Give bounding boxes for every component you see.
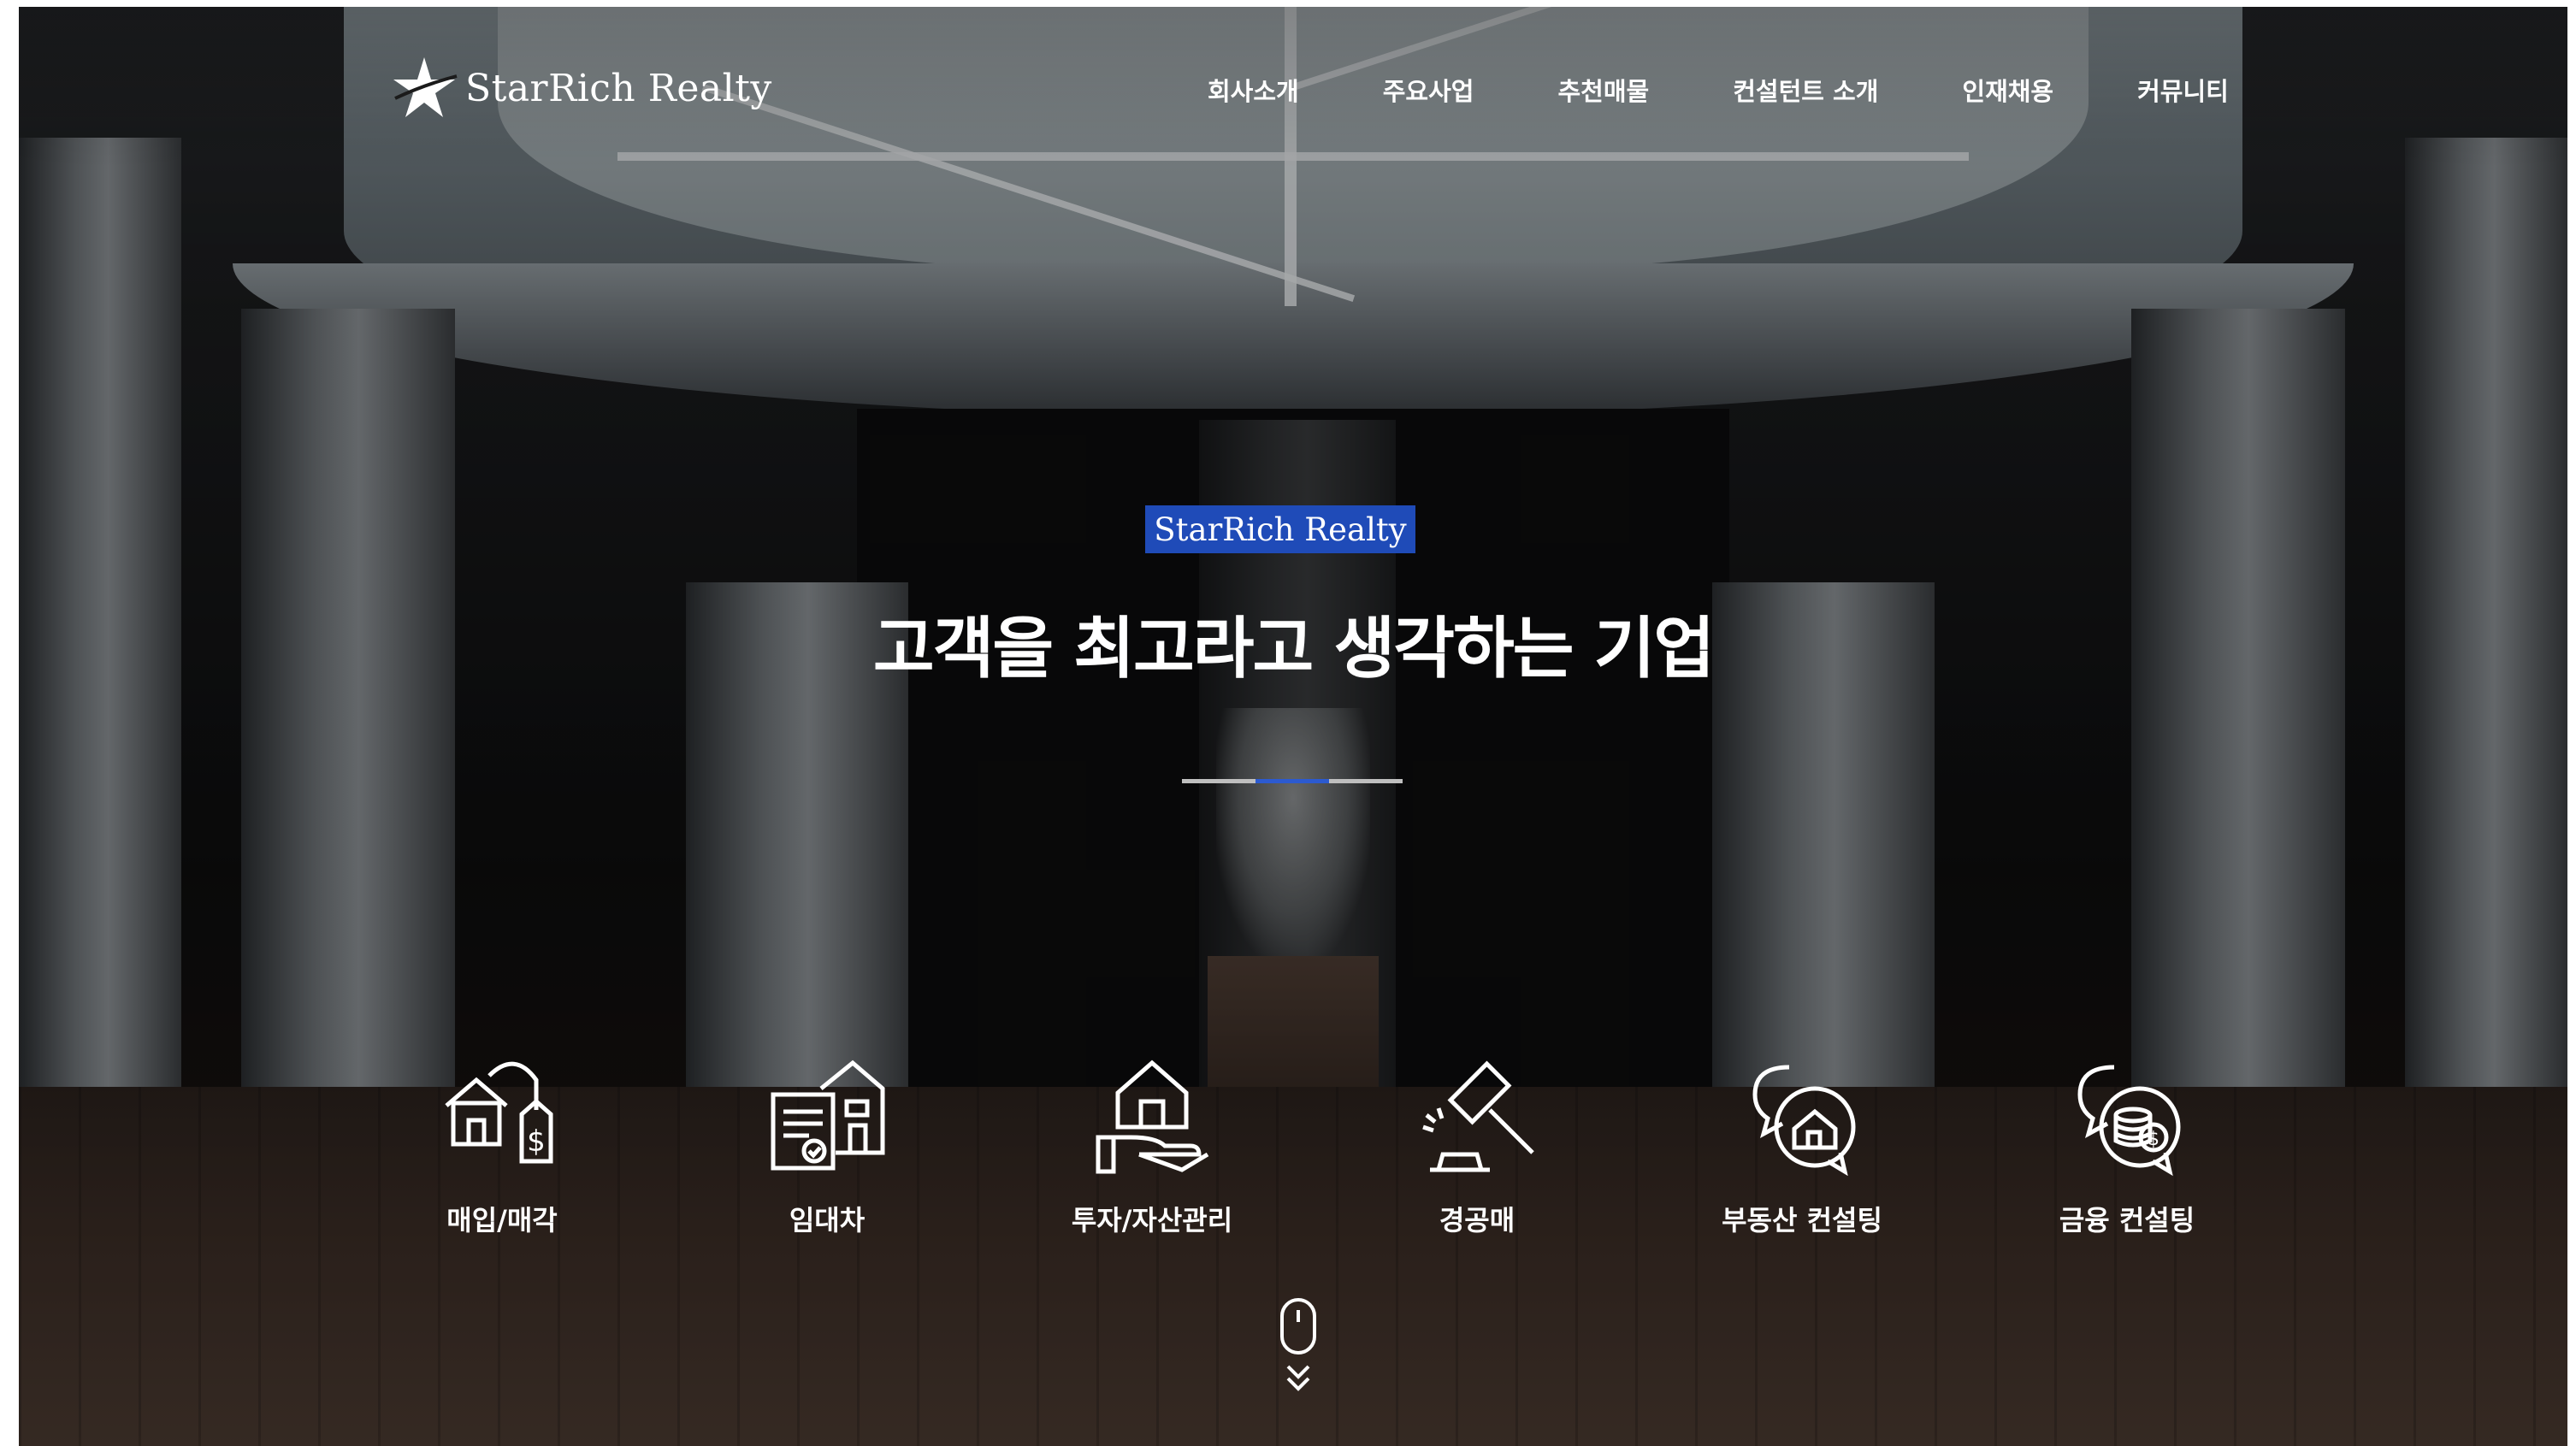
nav-item-community[interactable]: 커뮤니티	[2137, 72, 2229, 108]
slide-dot[interactable]	[1182, 779, 1256, 783]
service-item-auction[interactable]: 경공매	[1349, 1042, 1605, 1238]
house-price-tag-icon: $	[445, 1061, 553, 1164]
nav-item-company[interactable]: 회사소개	[1208, 72, 1299, 108]
service-item-lease[interactable]: 임대차	[699, 1042, 955, 1238]
scroll-down-button[interactable]	[1277, 1296, 1320, 1399]
slide-dot-active[interactable]	[1256, 779, 1329, 783]
svg-text:$: $	[2148, 1129, 2159, 1150]
auction-gavel-icon	[1422, 1060, 1534, 1172]
hero-badge: StarRich Realty	[1145, 505, 1415, 553]
service-item-buy-sell[interactable]: $ 매입/매각	[374, 1042, 630, 1238]
svg-text:$: $	[527, 1124, 546, 1159]
service-list: $ 매입/매각 임대차 투자/자산관리 경공매 부동산 컨설팅 $ 금융 컨설팅	[19, 1042, 2567, 1255]
service-label: 금융 컨설팅	[2059, 1204, 2195, 1236]
slide-indicator	[1182, 779, 1403, 783]
chat-house-icon	[1752, 1065, 1856, 1177]
service-label: 경공매	[1439, 1204, 1515, 1236]
mouse-scroll-icon	[1280, 1298, 1316, 1391]
service-item-realestate-consulting[interactable]: 부동산 컨설팅	[1674, 1042, 1930, 1238]
site-header: StarRich Realty 회사소개 주요사업 추천매물 컨설턴트 소개 인…	[19, 7, 2567, 169]
service-item-investment[interactable]: 투자/자산관리	[1024, 1042, 1280, 1238]
main-nav: 회사소개 주요사업 추천매물 컨설턴트 소개 인재채용 커뮤니티	[1208, 72, 2229, 108]
lease-contract-building-icon	[771, 1059, 885, 1171]
service-label: 부동산 컨설팅	[1722, 1204, 1882, 1236]
hero-title: 고객을 최고라고 생각하는 기업	[872, 611, 1715, 688]
hand-holding-house-icon	[1096, 1059, 1209, 1174]
service-label: 투자/자산관리	[1071, 1204, 1233, 1236]
star-logo-icon	[393, 57, 458, 117]
nav-item-consultants[interactable]: 컨설턴트 소개	[1733, 72, 1878, 108]
nav-item-careers[interactable]: 인재채용	[1962, 72, 2053, 108]
chat-coins-icon: $	[2077, 1065, 2181, 1177]
logo[interactable]: StarRich Realty	[390, 50, 772, 127]
service-label: 매입/매각	[446, 1204, 558, 1236]
service-item-finance-consulting[interactable]: $ 금융 컨설팅	[1999, 1042, 2255, 1238]
hero-section: StarRich Realty 회사소개 주요사업 추천매물 컨설턴트 소개 인…	[19, 7, 2567, 1446]
nav-item-listings[interactable]: 추천매물	[1557, 72, 1649, 108]
service-label: 임대차	[789, 1204, 866, 1236]
nav-item-business[interactable]: 주요사업	[1383, 72, 1474, 108]
slide-dot[interactable]	[1329, 779, 1403, 783]
logo-text: StarRich Realty	[465, 66, 772, 110]
